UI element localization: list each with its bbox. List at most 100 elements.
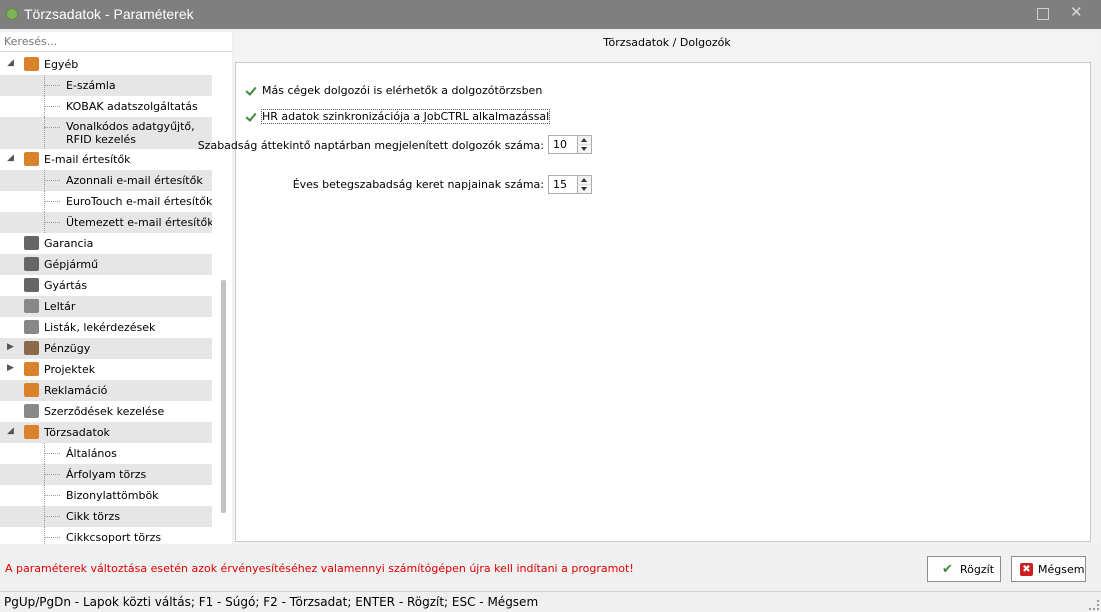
tree-connector bbox=[44, 527, 45, 544]
tree-item-label: Projektek bbox=[44, 363, 96, 376]
tree-item[interactable]: ◢ Egyéb bbox=[0, 54, 212, 75]
cancel-button[interactable]: ✖ Mégsem bbox=[1011, 556, 1086, 582]
tree-item-label: Törzsadatok bbox=[44, 426, 110, 439]
projects-icon bbox=[24, 362, 39, 376]
tree-item[interactable]: ◢ Törzsadatok bbox=[0, 422, 212, 443]
sick-leave-days-stepper[interactable]: 15 bbox=[548, 175, 592, 194]
tree-item[interactable]: ◢ E-mail értesítők bbox=[0, 149, 212, 170]
tree-connector bbox=[44, 222, 60, 223]
settings-content: Más cégek dolgozói is elérhetők a dolgoz… bbox=[198, 62, 1091, 542]
tree-scrollbar[interactable] bbox=[221, 280, 226, 513]
settings-tree: ◢ Egyéb E-számla KOBAK adatszolgáltatás Vona… bbox=[0, 54, 212, 544]
tree-item[interactable]: E-számla bbox=[0, 75, 212, 96]
tree-item-label: Garancia bbox=[44, 237, 94, 250]
tree-item[interactable]: Ütemezett e-mail értesítők bbox=[0, 212, 212, 233]
expand-arrow-icon[interactable]: ▶ bbox=[7, 342, 14, 352]
email-icon bbox=[24, 152, 39, 166]
tree-item-label: Gyártás bbox=[44, 279, 88, 292]
tree-item-label: Reklamáció bbox=[44, 384, 108, 397]
tree-item[interactable]: Azonnali e-mail értesítők bbox=[0, 170, 212, 191]
tree-item[interactable]: Leltár bbox=[0, 296, 212, 317]
tree-item[interactable]: Cikk törzs bbox=[0, 506, 212, 527]
collapse-arrow-icon[interactable]: ◢ bbox=[7, 153, 14, 163]
tree-item[interactable]: Gépjármű bbox=[0, 254, 212, 275]
tree-item[interactable]: Vonalkódos adatgyűjtő, RFID kezelés bbox=[0, 117, 212, 149]
sick-leave-days-label: Éves betegszabadság keret napjainak szám… bbox=[292, 178, 544, 191]
tree-item-label: Leltár bbox=[44, 300, 76, 313]
save-button-label: Rögzít bbox=[960, 563, 995, 576]
tree-item[interactable]: Általános bbox=[0, 443, 212, 464]
search-input[interactable] bbox=[0, 32, 233, 50]
tree-item-label: Szerződések kezelése bbox=[44, 405, 165, 418]
checkbox-label: HR adatok szinkronizációja a JobCTRL alk… bbox=[260, 109, 551, 124]
stepper-up-icon[interactable] bbox=[577, 136, 591, 145]
tree-item-label: Bizonylattömbök bbox=[66, 489, 159, 502]
save-button[interactable]: ✔ Rögzít bbox=[927, 556, 1001, 582]
tree-item[interactable]: KOBAK adatszolgáltatás bbox=[0, 96, 212, 117]
tree-connector bbox=[44, 85, 60, 86]
tree-item[interactable]: ▶ Projektek bbox=[0, 359, 212, 380]
tree-item[interactable]: Reklamáció bbox=[0, 380, 212, 401]
tree-item-label: Pénzügy bbox=[44, 342, 91, 355]
tree-item-label: Cikkcsoport törzs bbox=[66, 531, 162, 544]
tree-item[interactable]: Bizonylattömbök bbox=[0, 485, 212, 506]
stepper-down-icon[interactable] bbox=[577, 145, 591, 153]
collapse-arrow-icon[interactable]: ◢ bbox=[7, 426, 14, 436]
stepper-value: 10 bbox=[553, 138, 567, 151]
tree-item-label: Cikk törzs bbox=[66, 510, 121, 523]
status-bar: PgUp/PgDn - Lapok közti váltás; F1 - Súg… bbox=[0, 591, 1101, 612]
complaint-icon bbox=[24, 383, 39, 397]
restart-warning: A paraméterek változtása esetén azok érv… bbox=[5, 562, 634, 575]
tree-connector bbox=[44, 453, 60, 454]
tree-item-label: EuroTouch e-mail értesítők bbox=[66, 195, 212, 208]
list-icon bbox=[24, 320, 39, 334]
checkmark-icon bbox=[245, 111, 256, 122]
resize-grip-icon[interactable] bbox=[1089, 600, 1099, 610]
tree-item[interactable]: Cikkcsoport törzs bbox=[0, 527, 212, 544]
settings-icon bbox=[24, 57, 39, 71]
tree-item[interactable]: Listák, lekérdezések bbox=[0, 317, 212, 338]
calendar-employee-count-stepper[interactable]: 10 bbox=[548, 135, 592, 154]
expand-arrow-icon[interactable]: ▶ bbox=[7, 363, 14, 373]
stepper-down-icon[interactable] bbox=[577, 185, 591, 193]
tree-item[interactable]: ▶ Pénzügy bbox=[0, 338, 212, 359]
close-icon[interactable]: ✕ bbox=[1070, 3, 1083, 21]
tree-connector bbox=[44, 127, 60, 128]
tree-item[interactable]: Szerződések kezelése bbox=[0, 401, 212, 422]
tree-item-label: Árfolyam törzs bbox=[66, 468, 147, 481]
contract-icon bbox=[24, 404, 39, 418]
cancel-button-label: Mégsem bbox=[1038, 563, 1085, 576]
tree-item[interactable]: EuroTouch e-mail értesítők bbox=[0, 191, 212, 212]
tree-item-label: E-számla bbox=[66, 79, 116, 92]
title-bar: Törzsadatok - Paraméterek ✕ bbox=[0, 0, 1101, 29]
tree-connector bbox=[44, 201, 60, 202]
maximize-icon[interactable] bbox=[1037, 8, 1049, 20]
tree-connector bbox=[44, 495, 60, 496]
tree-connector bbox=[44, 537, 60, 538]
collapse-arrow-icon[interactable]: ◢ bbox=[7, 58, 14, 68]
stepper-up-icon[interactable] bbox=[577, 176, 591, 185]
checkmark-icon bbox=[245, 85, 256, 96]
tree-item[interactable]: Gyártás bbox=[0, 275, 212, 296]
clock-icon bbox=[24, 236, 39, 250]
tree-item-label: Általános bbox=[66, 447, 117, 460]
car-icon bbox=[24, 257, 39, 271]
tree-item[interactable]: Garancia bbox=[0, 233, 212, 254]
cancel-icon: ✖ bbox=[1020, 563, 1033, 576]
tree-item-label: E-mail értesítők bbox=[44, 153, 131, 166]
tree-item-label: Egyéb bbox=[44, 58, 79, 71]
inventory-icon bbox=[24, 299, 39, 313]
tree-item-label: Ütemezett e-mail értesítők bbox=[66, 216, 212, 229]
tree-item-label: Listák, lekérdezések bbox=[44, 321, 156, 334]
tree-connector bbox=[44, 516, 60, 517]
stepper-value: 15 bbox=[553, 178, 567, 191]
settings-panel: Törzsadatok / Dolgozók Más cégek dolgozó… bbox=[198, 32, 1100, 544]
tree-item-label: Vonalkódos adatgyűjtő, RFID kezelés bbox=[66, 120, 195, 146]
finance-icon bbox=[24, 341, 39, 355]
tree-item[interactable]: Árfolyam törzs bbox=[0, 464, 212, 485]
page-title: Törzsadatok / Dolgozók bbox=[603, 36, 731, 49]
tree-connector bbox=[44, 180, 60, 181]
tree-connector bbox=[44, 117, 45, 149]
tree-item-label: Azonnali e-mail értesítők bbox=[66, 174, 203, 187]
check-icon: ✔ bbox=[942, 562, 953, 577]
